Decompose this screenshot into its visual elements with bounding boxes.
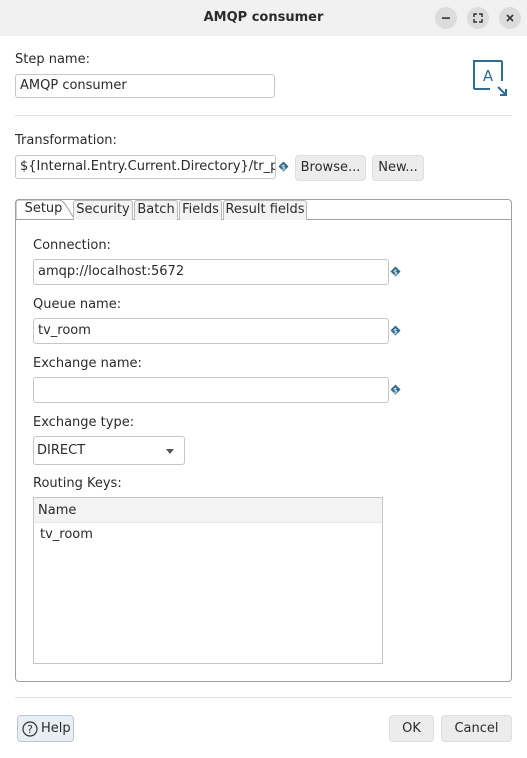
- exchange-type-select[interactable]: DIRECT: [33, 436, 185, 465]
- tab-result-fields[interactable]: Result fields: [223, 200, 307, 220]
- new-button[interactable]: New...: [372, 155, 424, 181]
- tab-batch[interactable]: Batch: [134, 200, 178, 220]
- amqp-consumer-step-icon: A: [472, 59, 512, 99]
- help-label: Help: [41, 721, 71, 736]
- table-header-row: Name: [34, 498, 382, 523]
- minimize-button[interactable]: [435, 7, 457, 29]
- separator: [15, 115, 512, 116]
- variable-icon[interactable]: $: [278, 161, 289, 176]
- svg-text:$: $: [393, 385, 398, 394]
- browse-button[interactable]: Browse...: [295, 155, 366, 181]
- minimize-icon: [442, 17, 450, 19]
- table-cell: tv_room: [40, 527, 93, 542]
- step-name-input[interactable]: AMQP consumer: [15, 74, 275, 98]
- ok-button[interactable]: OK: [389, 715, 434, 742]
- svg-text:$: $: [393, 326, 398, 335]
- variable-icon[interactable]: $: [390, 325, 401, 340]
- transformation-label: Transformation:: [15, 133, 117, 148]
- cancel-button[interactable]: Cancel: [441, 715, 512, 742]
- routing-keys-table[interactable]: Name tv_room: [33, 497, 383, 664]
- tab-fields[interactable]: Fields: [179, 200, 222, 220]
- step-name-label: Step name:: [15, 52, 90, 67]
- routing-keys-label: Routing Keys:: [33, 476, 122, 491]
- svg-text:$: $: [281, 162, 286, 171]
- separator: [15, 697, 512, 698]
- exchange-type-label: Exchange type:: [33, 415, 135, 430]
- svg-text:A: A: [483, 67, 494, 85]
- close-icon: [506, 14, 514, 22]
- help-icon: ?: [22, 721, 38, 737]
- exchange-name-label: Exchange name:: [33, 356, 142, 371]
- variable-icon[interactable]: $: [390, 384, 401, 399]
- transformation-input[interactable]: ${Internal.Entry.Current.Directory}/tr_p…: [15, 155, 276, 179]
- exchange-type-value: DIRECT: [37, 443, 86, 458]
- svg-text:?: ?: [27, 723, 33, 736]
- close-button[interactable]: [499, 7, 521, 29]
- connection-label: Connection:: [33, 238, 111, 253]
- column-header-name[interactable]: Name: [38, 498, 76, 523]
- tab-setup-shape: [15, 199, 75, 221]
- maximize-icon: [473, 13, 483, 23]
- exchange-name-input[interactable]: [33, 377, 389, 403]
- table-row[interactable]: tv_room: [34, 524, 382, 546]
- queue-name-label: Queue name:: [33, 297, 122, 312]
- variable-icon[interactable]: $: [390, 266, 401, 281]
- chevron-down-icon: [166, 449, 174, 454]
- help-button[interactable]: ? Help: [17, 715, 74, 742]
- queue-name-input[interactable]: tv_room: [33, 318, 389, 344]
- maximize-button[interactable]: [467, 7, 489, 29]
- tab-security[interactable]: Security: [73, 200, 133, 220]
- svg-text:$: $: [393, 267, 398, 276]
- connection-input[interactable]: amqp://localhost:5672: [33, 259, 389, 285]
